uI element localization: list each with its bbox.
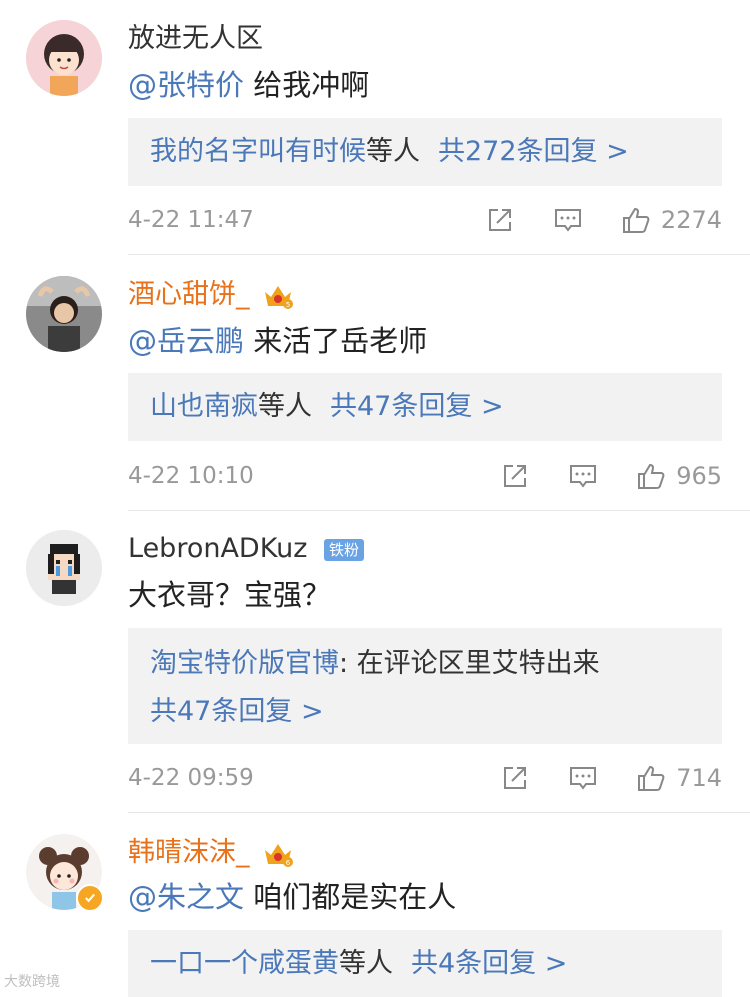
- reply-count[interactable]: 共272条回复 >: [438, 136, 629, 167]
- like-count: 714: [676, 764, 722, 792]
- comment-time: 4-22 11:47: [128, 207, 254, 233]
- comment-author[interactable]: 酒心甜饼_ 5: [128, 278, 294, 312]
- reply-user[interactable]: 淘宝特价版官博: [150, 648, 339, 679]
- author-name[interactable]: 韩晴沫沫_: [128, 837, 250, 868]
- comment-body: 大衣哥？宝强？: [128, 578, 332, 612]
- divider: [128, 510, 750, 511]
- like-button[interactable]: 965: [636, 456, 722, 496]
- crown-level: 5: [286, 301, 290, 309]
- watermark: 大数跨境: [4, 974, 60, 990]
- vip-crown-icon: 5: [262, 282, 294, 310]
- reply-suffix: 等人: [366, 136, 420, 167]
- like-count: 2274: [660, 206, 722, 234]
- reply-user[interactable]: 我的名字叫有时候: [150, 136, 366, 167]
- author-name[interactable]: 酒心甜饼_: [128, 279, 250, 310]
- reply-count[interactable]: 共47条回复 >: [150, 696, 324, 727]
- vip-crown-icon: 6: [262, 840, 294, 868]
- reply-text: : 在评论区里艾特出来: [339, 648, 600, 679]
- reply-preview: 淘宝特价版官博: 在评论区里艾特出来: [150, 640, 700, 688]
- comment-icon[interactable]: [553, 205, 583, 235]
- reply-suffix: 等人: [258, 391, 312, 422]
- crown-level: 6: [286, 859, 291, 867]
- comment-author[interactable]: 韩晴沫沫_ 6: [128, 836, 294, 870]
- comment-meta: 4-22 09:59 714: [128, 758, 722, 798]
- comment-icon[interactable]: [568, 763, 598, 793]
- comment-author[interactable]: LebronADKuz 铁粉: [128, 532, 364, 566]
- share-icon[interactable]: [500, 461, 530, 491]
- comment-time: 4-22 10:10: [128, 463, 254, 489]
- like-button[interactable]: 2274: [621, 200, 722, 240]
- replies-summary[interactable]: 淘宝特价版官博: 在评论区里艾特出来 共47条回复 >: [128, 628, 722, 744]
- verified-icon: [76, 884, 104, 912]
- mention-link[interactable]: @张特价: [128, 68, 244, 102]
- thumbs-up-icon: [638, 463, 665, 489]
- share-icon[interactable]: [500, 763, 530, 793]
- comment-text: @张特价 给我冲啊: [128, 66, 730, 104]
- comment-time: 4-22 09:59: [128, 765, 254, 791]
- share-icon[interactable]: [485, 205, 515, 235]
- reply-suffix: 等人: [339, 948, 393, 979]
- reply-user[interactable]: 一口一个咸蛋黄: [150, 948, 339, 979]
- reply-user[interactable]: 山也南疯: [150, 391, 258, 422]
- comment-body: 来活了岳老师: [253, 324, 428, 358]
- comment-author[interactable]: 放进无人区: [128, 22, 263, 56]
- comment-text: @岳云鹏 来活了岳老师: [128, 322, 730, 360]
- divider: [128, 812, 750, 813]
- mention-link[interactable]: @朱之文: [128, 880, 244, 914]
- comment-text: @朱之文 咱们都是实在人: [128, 878, 730, 916]
- comment-meta: 4-22 10:10 965: [128, 456, 722, 496]
- fan-badge: 铁粉: [323, 538, 364, 561]
- author-name[interactable]: LebronADKuz: [128, 533, 307, 564]
- avatar[interactable]: [26, 834, 104, 912]
- divider: [128, 254, 750, 255]
- replies-summary[interactable]: 我的名字叫有时候等人 共272条回复 >: [128, 118, 722, 186]
- thumbs-up-icon: [622, 207, 650, 233]
- comment-text: 大衣哥？宝强？: [128, 576, 730, 614]
- comment-body: 咱们都是实在人: [253, 880, 457, 914]
- comment-body: 给我冲啊: [253, 68, 370, 102]
- avatar[interactable]: [26, 530, 102, 606]
- reply-count[interactable]: 共47条回复 >: [330, 391, 504, 422]
- comment-meta: 4-22 11:47 2274: [128, 200, 722, 240]
- like-count: 965: [676, 462, 722, 490]
- replies-summary[interactable]: 山也南疯等人 共47条回复 >: [128, 373, 722, 441]
- replies-summary[interactable]: 一口一个咸蛋黄等人 共4条回复 >: [128, 930, 722, 997]
- mention-link[interactable]: @岳云鹏: [128, 324, 244, 358]
- avatar[interactable]: [26, 20, 102, 96]
- reply-count[interactable]: 共4条回复 >: [411, 948, 567, 979]
- comment-icon[interactable]: [568, 461, 598, 491]
- like-button[interactable]: 714: [636, 758, 722, 798]
- thumbs-up-icon: [638, 765, 665, 791]
- avatar[interactable]: [26, 276, 102, 352]
